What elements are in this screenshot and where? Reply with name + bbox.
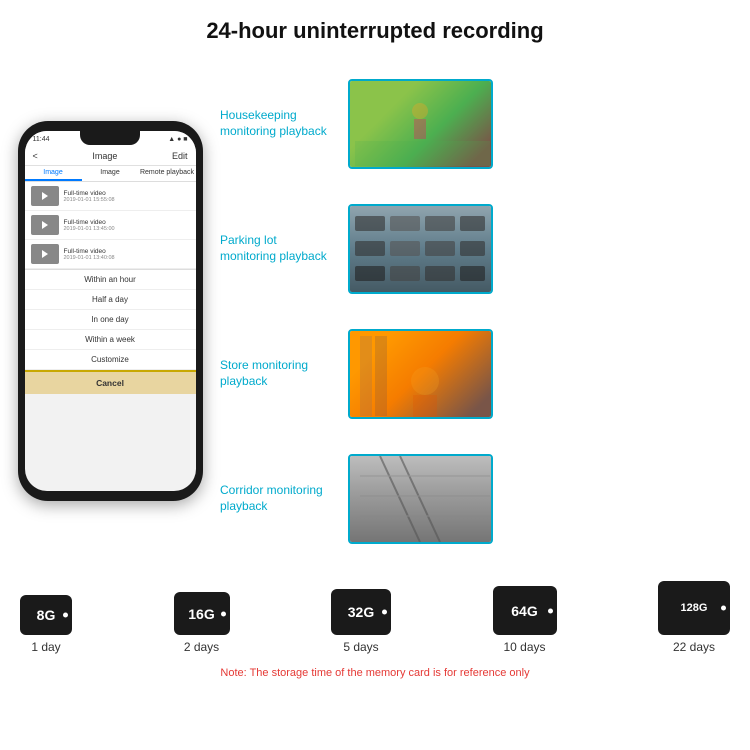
item-text-3: Full-time video 2019-01-01 13:40:08 bbox=[64, 248, 115, 261]
storage-card-32g: 32G 5 days bbox=[331, 589, 391, 654]
storage-days-8g: 1 day bbox=[31, 640, 60, 654]
item-text-1: Full-time video 2019-01-01 15:55:08 bbox=[64, 190, 115, 203]
dropdown-item-1[interactable]: Within an hour bbox=[25, 270, 196, 290]
dropdown-item-2[interactable]: Half a day bbox=[25, 290, 196, 310]
list-item: Full-time video 2019-01-01 15:55:08 bbox=[25, 182, 196, 211]
phone-mockup: 11:44 ▲ ● ■ < Image Edit Image Image Rem… bbox=[18, 121, 203, 501]
sd-card-8g-label: 8G bbox=[37, 607, 56, 623]
phone-notch bbox=[80, 131, 140, 145]
dropdown-item-4[interactable]: Within a week bbox=[25, 330, 196, 350]
play-icon-3 bbox=[42, 250, 48, 258]
sd-card-16g-label: 16G bbox=[188, 606, 214, 622]
monitor-image-parking bbox=[348, 204, 493, 294]
phone-time: 11:44 bbox=[33, 136, 50, 143]
sd-card-64g-label: 64G bbox=[511, 603, 537, 619]
monitor-image-housekeeping bbox=[348, 79, 493, 169]
monitor-label-parking: Parking lotmonitoring playback bbox=[220, 233, 340, 264]
phone-container: 11:44 ▲ ● ■ < Image Edit Image Image Rem… bbox=[10, 56, 210, 566]
storage-section: 8G 1 day 16G 2 days 32G 5 days 64G bbox=[0, 566, 750, 692]
sd-card-16g-dot bbox=[221, 611, 226, 616]
store-svg bbox=[350, 331, 491, 417]
parking-svg bbox=[350, 206, 491, 292]
storage-card-16g: 16G 2 days bbox=[174, 592, 230, 654]
sd-card-64g: 64G bbox=[493, 586, 557, 635]
phone-screen: 11:44 ▲ ● ■ < Image Edit Image Image Rem… bbox=[25, 131, 196, 491]
play-icon-2 bbox=[42, 221, 48, 229]
monitor-item-store: Store monitoringplayback bbox=[220, 329, 740, 419]
sd-card-8g: 8G bbox=[20, 595, 72, 635]
storage-days-32g: 5 days bbox=[343, 640, 378, 654]
thumb-2 bbox=[31, 215, 59, 235]
phone-icons: ▲ ● ■ bbox=[168, 136, 187, 143]
storage-card-128g: 128G 22 days bbox=[658, 581, 730, 654]
list-item-3: Full-time video 2019-01-01 13:40:08 bbox=[25, 240, 196, 269]
thumb-3 bbox=[31, 244, 59, 264]
phone-edit[interactable]: Edit bbox=[172, 151, 188, 161]
main-content: 11:44 ▲ ● ■ < Image Edit Image Image Rem… bbox=[0, 56, 750, 566]
storage-card-8g: 8G 1 day bbox=[20, 595, 72, 654]
phone-dropdown: Within an hour Half a day In one day Wit… bbox=[25, 269, 196, 394]
phone-back[interactable]: < bbox=[33, 151, 38, 161]
storage-days-128g: 22 days bbox=[673, 640, 715, 654]
sd-card-64g-dot bbox=[548, 608, 553, 613]
sd-card-32g: 32G bbox=[331, 589, 391, 635]
monitor-image-corridor bbox=[348, 454, 493, 544]
phone-nav-bar: < Image Edit bbox=[25, 147, 196, 166]
sd-card-128g-dot bbox=[721, 606, 726, 611]
phone-nav-title: Image bbox=[92, 151, 117, 161]
item-text-2: Full-time video 2019-01-01 13:45:00 bbox=[64, 219, 115, 232]
monitor-item-housekeeping: Housekeepingmonitoring playback bbox=[220, 79, 740, 169]
right-panel: Housekeepingmonitoring playback Parking … bbox=[220, 56, 740, 566]
dropdown-item-5[interactable]: Customize bbox=[25, 350, 196, 370]
phone-tab-remote[interactable]: Remote playback bbox=[139, 166, 196, 181]
monitor-item-parking: Parking lotmonitoring playback bbox=[220, 204, 740, 294]
phone-tabs: Image Image Remote playback bbox=[25, 166, 196, 182]
sd-card-16g: 16G bbox=[174, 592, 230, 635]
dropdown-cancel[interactable]: Cancel bbox=[25, 370, 196, 394]
sd-card-128g-label: 128G bbox=[681, 602, 708, 614]
sd-card-32g-dot bbox=[382, 610, 387, 615]
sd-card-128g: 128G bbox=[658, 581, 730, 635]
phone-tab-image2[interactable]: Image bbox=[82, 166, 139, 181]
play-icon-1 bbox=[42, 192, 48, 200]
sd-card-8g-dot bbox=[63, 613, 68, 618]
dropdown-item-3[interactable]: In one day bbox=[25, 310, 196, 330]
housekeeping-svg bbox=[350, 81, 491, 167]
page-title: 24-hour uninterrupted recording bbox=[0, 0, 750, 56]
phone-tab-image[interactable]: Image bbox=[25, 166, 82, 181]
corridor-svg bbox=[350, 456, 491, 542]
phone-list: Full-time video 2019-01-01 15:55:08 Full… bbox=[25, 182, 196, 269]
monitor-image-store bbox=[348, 329, 493, 419]
list-item-2: Full-time video 2019-01-01 13:45:00 bbox=[25, 211, 196, 240]
storage-cards: 8G 1 day 16G 2 days 32G 5 days 64G bbox=[20, 581, 730, 654]
storage-note: Note: The storage time of the memory car… bbox=[20, 662, 730, 687]
thumb-1 bbox=[31, 186, 59, 206]
monitor-item-corridor: Corridor monitoringplayback bbox=[220, 454, 740, 544]
storage-days-16g: 2 days bbox=[184, 640, 219, 654]
monitor-label-housekeeping: Housekeepingmonitoring playback bbox=[220, 108, 340, 139]
monitor-label-store: Store monitoringplayback bbox=[220, 358, 340, 389]
sd-card-32g-label: 32G bbox=[348, 604, 374, 620]
storage-card-64g: 64G 10 days bbox=[493, 586, 557, 654]
storage-days-64g: 10 days bbox=[503, 640, 545, 654]
monitor-label-corridor: Corridor monitoringplayback bbox=[220, 483, 340, 514]
